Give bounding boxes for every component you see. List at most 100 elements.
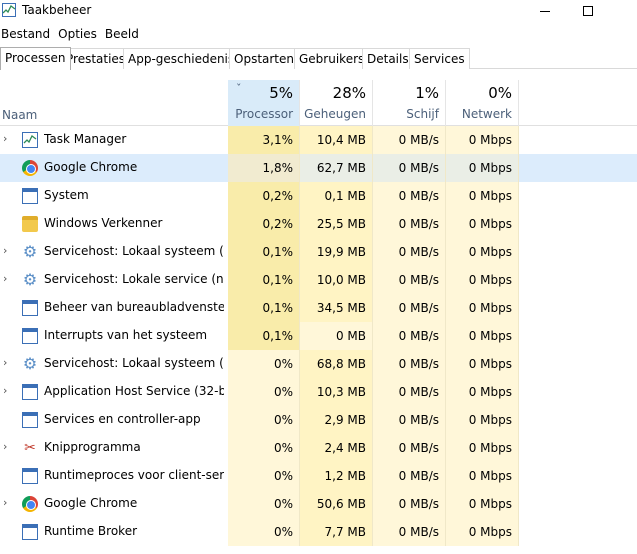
process-name: Google Chrome	[44, 160, 138, 174]
cell-network: 0 Mbps	[446, 182, 519, 210]
process-name: Runtimeproces voor client-server	[44, 468, 224, 482]
process-row[interactable]: Services en controller-app 0% 2,9 MB 0 MB/s…	[0, 406, 637, 434]
process-name: Interrupts van het systeem	[44, 328, 208, 342]
snipping-tool-icon: ✂	[24, 440, 36, 456]
tab-services[interactable]: Services	[409, 48, 470, 69]
cell-network: 0 Mbps	[446, 350, 519, 378]
cell-disk: 0 MB/s	[373, 462, 446, 490]
cell-processor: 0,1%	[228, 266, 300, 294]
cell-network: 0 Mbps	[446, 210, 519, 238]
menu-bestand[interactable]: Bestand	[0, 25, 53, 43]
gear-icon: ⚙	[22, 354, 38, 373]
cell-disk: 0 MB/s	[373, 406, 446, 434]
tab-processen[interactable]: Processen	[0, 47, 71, 70]
window-icon	[22, 300, 38, 316]
cell-network: 0 Mbps	[446, 518, 519, 546]
process-row[interactable]: Interrupts van het systeem 0,1% 0 MB 0 MB/s…	[0, 322, 637, 350]
cell-disk: 0 MB/s	[373, 518, 446, 546]
memory-label: Geheugen	[304, 107, 366, 121]
cell-memory: 7,7 MB	[300, 518, 373, 546]
tab-details[interactable]: Details	[362, 48, 414, 69]
expand-chevron-icon[interactable]: ›	[3, 441, 13, 453]
process-row[interactable]: › Application Host Service (32-bits) 0%10,…	[0, 378, 637, 406]
cell-memory: 0,1 MB	[300, 182, 373, 210]
minimize-icon	[540, 10, 550, 12]
cell-network: 0 Mbps	[446, 238, 519, 266]
process-row[interactable]: Windows Verkenner 0,2% 25,5 MB 0 MB/s 0 Mbps	[0, 210, 637, 238]
cell-disk: 0 MB/s	[373, 322, 446, 350]
cell-processor: 0%	[228, 490, 300, 518]
process-row[interactable]: › ⚙ Servicehost: Lokaal systeem (17) 0,1% 19…	[0, 238, 637, 266]
process-name: Services en controller-app	[44, 412, 201, 426]
menu-beeld[interactable]: Beeld	[104, 25, 142, 43]
process-name: Task Manager	[44, 132, 127, 146]
cell-memory: 10,4 MB	[300, 126, 373, 154]
process-name: Knipprogramma	[44, 440, 141, 454]
task-manager-icon	[22, 132, 38, 148]
cell-processor: 0%	[228, 406, 300, 434]
process-name: Beheer van bureaubladvensters	[44, 300, 224, 314]
tab-prestaties[interactable]: Prestaties	[61, 48, 131, 69]
cell-processor: 0,1%	[228, 238, 300, 266]
menu-opties[interactable]: Opties	[57, 25, 100, 43]
cell-disk: 0 MB/s	[373, 294, 446, 322]
tab-app-geschiedenis[interactable]: App-geschiedenis	[123, 48, 240, 69]
process-row[interactable]: › ✂ Knipprogramma 0% 2,4 MB 0 MB/s 0 Mbps	[0, 434, 637, 462]
process-row[interactable]: › ⚙ Servicehost: Lokale service (net... 0,1…	[0, 266, 637, 294]
cell-memory: 19,9 MB	[300, 238, 373, 266]
expand-chevron-icon[interactable]: ›	[3, 273, 13, 285]
cell-memory: 68,8 MB	[300, 350, 373, 378]
cell-disk: 0 MB/s	[373, 154, 446, 182]
tab-opstarten[interactable]: Opstarten	[229, 48, 299, 69]
tab-bar: Processen Prestaties App-geschiedenis Op…	[0, 47, 637, 70]
process-row[interactable]: › Google Chrome 0% 50,6 MB 0 MB/s 0 Mbps	[0, 490, 637, 518]
expand-chevron-icon[interactable]: ›	[3, 357, 13, 369]
column-processor[interactable]: ˇ 5% Processor	[228, 80, 300, 126]
cell-network: 0 Mbps	[446, 378, 519, 406]
process-row[interactable]: › ⚙ Servicehost: Lokaal systeem (ne... 0%68…	[0, 350, 637, 378]
process-row[interactable]: Runtime Broker 0% 7,7 MB 0 MB/s 0 Mbps	[0, 518, 637, 546]
column-name-label: Naam	[2, 108, 38, 122]
cell-memory: 62,7 MB	[300, 154, 373, 182]
chrome-icon	[22, 160, 38, 176]
column-name[interactable]: Naam	[0, 80, 228, 126]
cell-memory: 0 MB	[300, 322, 373, 350]
sort-arrow-icon: ˇ	[236, 82, 242, 95]
expand-chevron-icon[interactable]: ›	[3, 245, 13, 257]
cell-memory: 2,4 MB	[300, 434, 373, 462]
window-icon	[22, 384, 38, 400]
window-icon	[22, 468, 38, 484]
cell-memory: 2,9 MB	[300, 406, 373, 434]
expand-chevron-icon[interactable]: ›	[3, 497, 13, 509]
process-row[interactable]: Google Chrome 1,8% 62,7 MB 0 MB/s 0 Mbps	[0, 154, 637, 182]
cell-processor: 0,2%	[228, 182, 300, 210]
process-row[interactable]: › Task Manager 3,1% 10,4 MB 0 MB/s 0 Mbps	[0, 126, 637, 154]
process-row[interactable]: Beheer van bureaubladvensters 0,1% 34,5 MB…	[0, 294, 637, 322]
cell-memory: 10,0 MB	[300, 266, 373, 294]
cell-network: 0 Mbps	[446, 266, 519, 294]
cell-disk: 0 MB/s	[373, 378, 446, 406]
cell-processor: 0,1%	[228, 322, 300, 350]
cell-processor: 0%	[228, 462, 300, 490]
process-row[interactable]: Runtimeproces voor client-server 0% 1,2 MB…	[0, 462, 637, 490]
minimize-button[interactable]	[525, 0, 565, 22]
cell-disk: 0 MB/s	[373, 182, 446, 210]
window-icon	[22, 524, 38, 540]
cell-disk: 0 MB/s	[373, 490, 446, 518]
cell-network: 0 Mbps	[446, 322, 519, 350]
expand-chevron-icon[interactable]: ›	[3, 385, 13, 397]
cell-disk: 0 MB/s	[373, 350, 446, 378]
process-row[interactable]: System 0,2% 0,1 MB 0 MB/s 0 Mbps	[0, 182, 637, 210]
column-schijf[interactable]: 1% Schijf	[373, 80, 446, 126]
column-netwerk[interactable]: 0% Netwerk	[446, 80, 519, 126]
process-name: System	[44, 188, 89, 202]
maximize-button[interactable]	[568, 0, 608, 22]
window-icon	[22, 188, 38, 204]
cell-processor: 3,1%	[228, 126, 300, 154]
expand-chevron-icon[interactable]: ›	[3, 133, 13, 145]
column-geheugen[interactable]: 28% Geheugen	[300, 80, 373, 126]
cell-memory: 25,5 MB	[300, 210, 373, 238]
process-name: Servicehost: Lokaal systeem (17)	[44, 244, 224, 258]
tab-gebruikers[interactable]: Gebruikers	[294, 48, 370, 69]
window-icon	[22, 412, 38, 428]
